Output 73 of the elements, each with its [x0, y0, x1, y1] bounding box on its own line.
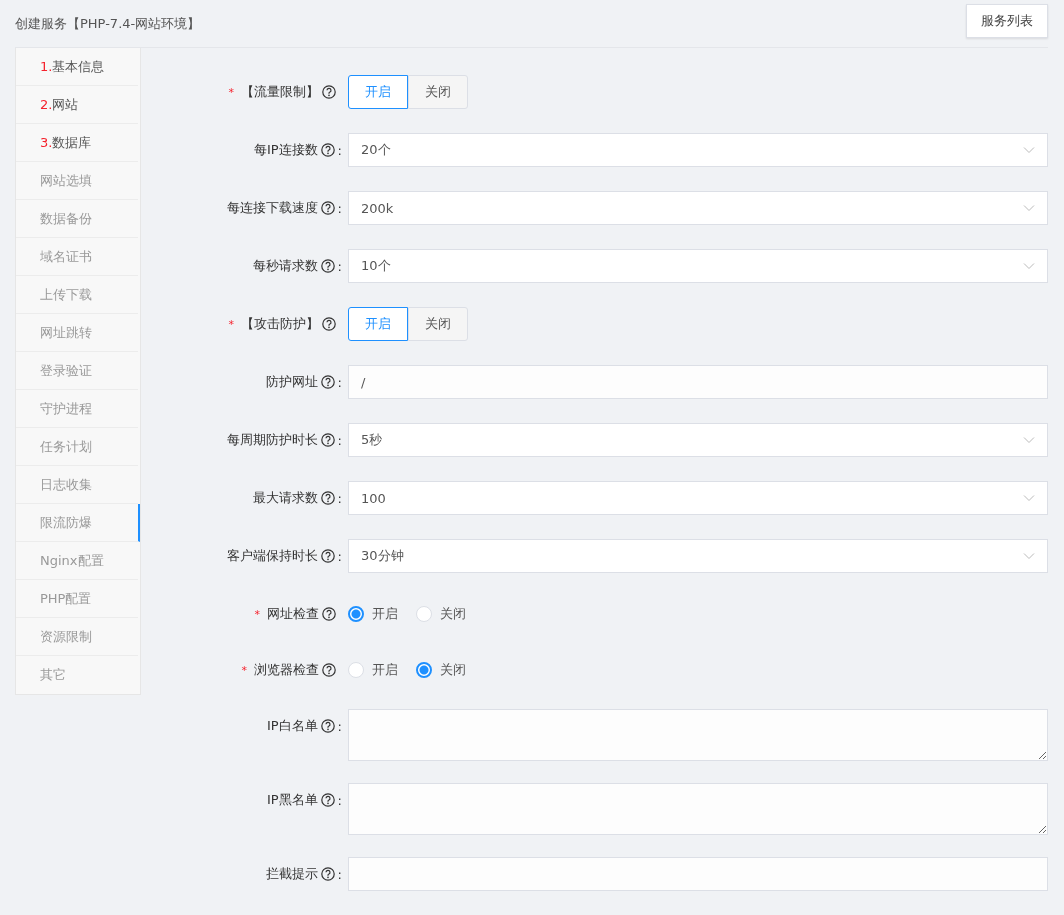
help-icon[interactable]: [320, 719, 335, 733]
help-icon[interactable]: [322, 317, 336, 331]
field-label: 最大请求数: [252, 489, 318, 507]
chevron-icon: [1023, 204, 1035, 212]
field-label: IP黑名单: [266, 791, 318, 809]
required-mark: *: [254, 607, 260, 621]
radio-option[interactable]: 关闭: [416, 661, 466, 679]
field-label: 拦截提示: [265, 865, 318, 883]
colon: :: [337, 258, 342, 274]
help-icon[interactable]: [320, 433, 335, 447]
colon: :: [337, 374, 342, 390]
colon: :: [337, 142, 342, 158]
field-label: 客户端保持时长: [226, 547, 318, 565]
help-icon[interactable]: [322, 85, 336, 99]
colon: :: [337, 490, 342, 506]
select-field[interactable]: 5秒: [348, 423, 1048, 457]
colon: :: [337, 432, 342, 448]
chevron-icon: [1023, 552, 1035, 560]
help-icon[interactable]: [320, 143, 335, 157]
colon: :: [337, 866, 342, 882]
field-label: 每周期防护时长: [226, 431, 318, 449]
sidebar-item[interactable]: 2.网站: [16, 86, 138, 124]
select-value: 200k: [361, 200, 394, 216]
colon: :: [337, 718, 342, 734]
select-value: 30分钟: [361, 547, 404, 565]
select-field[interactable]: 20个: [348, 133, 1048, 167]
sidebar-item[interactable]: 1.基本信息: [16, 48, 138, 86]
help-icon[interactable]: [320, 867, 335, 881]
select-value: 5秒: [361, 431, 383, 449]
help-icon[interactable]: [322, 607, 336, 621]
help-icon[interactable]: [320, 793, 335, 807]
toggle-option[interactable]: 关闭: [408, 75, 468, 109]
field-label: 每IP连接数: [253, 141, 318, 159]
field-label: 【攻击防护】: [241, 315, 319, 333]
radio-option[interactable]: 关闭: [416, 605, 466, 623]
select-field[interactable]: 100: [348, 481, 1048, 515]
input-field[interactable]: /: [348, 365, 1048, 399]
field-label: 每秒请求数: [252, 257, 318, 275]
page-title: 创建服务【PHP-7.4-网站环境】: [15, 14, 201, 33]
field-label: IP白名单: [266, 717, 318, 735]
select-field[interactable]: 10个: [348, 249, 1048, 283]
colon: :: [337, 792, 342, 808]
select-value: 20个: [361, 141, 391, 159]
field-label: 防护网址: [265, 373, 318, 391]
help-icon[interactable]: [320, 375, 335, 389]
sidebar-item[interactable]: 3.数据库: [16, 124, 138, 162]
required-mark: *: [228, 85, 234, 99]
radio-option[interactable]: 开启: [348, 605, 398, 623]
required-mark: *: [228, 317, 234, 331]
chevron-icon: [1023, 436, 1035, 444]
help-icon[interactable]: [322, 663, 336, 677]
input-field[interactable]: [348, 857, 1048, 891]
select-value: 100: [361, 490, 386, 506]
help-icon[interactable]: [320, 549, 335, 563]
select-field[interactable]: 30分钟: [348, 539, 1048, 573]
chevron-icon: [1023, 146, 1035, 154]
help-icon[interactable]: [320, 259, 335, 273]
colon: :: [337, 548, 342, 564]
help-icon[interactable]: [320, 201, 335, 215]
select-value: 10个: [361, 257, 391, 275]
chevron-icon: [1023, 494, 1035, 502]
chevron-icon: [1023, 262, 1035, 270]
select-field[interactable]: 200k: [348, 191, 1048, 225]
field-label: 每连接下载速度: [226, 199, 318, 217]
service-list-button[interactable]: 服务列表: [966, 3, 1048, 38]
required-mark: *: [241, 663, 247, 677]
colon: :: [337, 200, 342, 216]
help-icon[interactable]: [320, 491, 335, 505]
toggle-option[interactable]: 关闭: [408, 307, 468, 341]
field-label: 网址检查: [267, 605, 319, 623]
radio-option[interactable]: 开启: [348, 661, 398, 679]
field-label: 【流量限制】: [241, 83, 319, 101]
field-label: 浏览器检查: [254, 661, 319, 679]
